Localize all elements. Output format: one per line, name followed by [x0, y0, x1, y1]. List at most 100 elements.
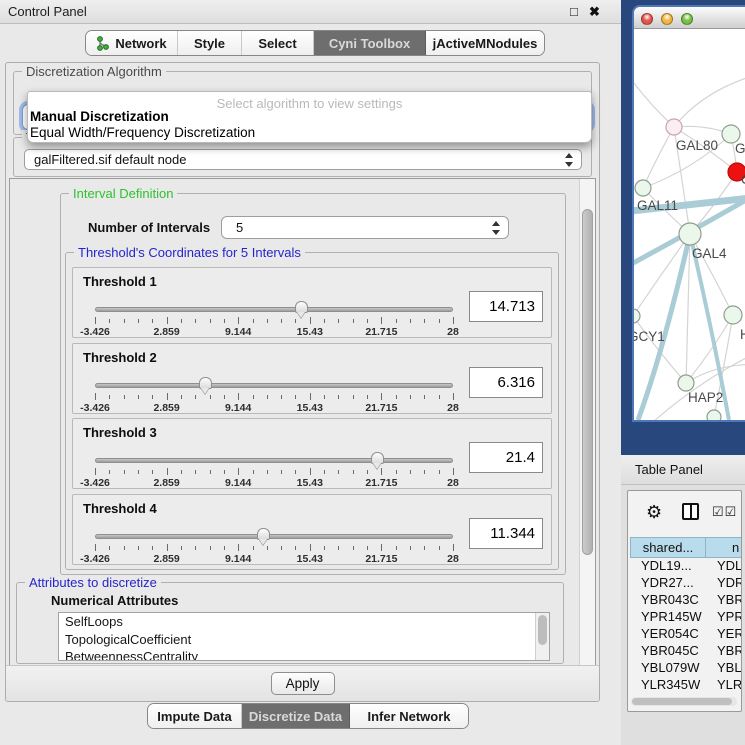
column-header-shared-name[interactable]: shared...	[630, 537, 706, 558]
slider-tick-labels: -3.4262.8599.14415.4321.71528	[95, 477, 453, 489]
table-row[interactable]: YLR345WYLR3	[630, 677, 742, 694]
float-window-icon[interactable]: □	[570, 0, 578, 24]
network-icon	[96, 36, 110, 51]
slider-handle[interactable]	[295, 301, 308, 313]
threshold-slider[interactable]: -3.4262.8599.14415.4321.71528	[95, 302, 453, 338]
settings-scroll-area: Interval Definition Number of Intervals …	[9, 178, 596, 668]
threshold-panel: Threshold 4-3.4262.8599.14415.4321.71528…	[72, 494, 552, 565]
apply-button[interactable]: Apply	[271, 672, 335, 695]
scrollbar-thumb[interactable]	[582, 209, 593, 555]
algorithm-dropdown: Select algorithm to view settings Manual…	[27, 91, 592, 143]
slider-track[interactable]	[95, 307, 453, 312]
network-node[interactable]	[635, 180, 651, 196]
threshold-value-field[interactable]: 21.4	[469, 442, 543, 473]
threshold-panel: Threshold 3-3.4262.8599.14415.4321.71528…	[72, 418, 552, 489]
tick-label: 2.859	[153, 326, 179, 338]
dropdown-item-manual-discretization[interactable]: Manual Discretization	[28, 109, 591, 125]
table-row[interactable]: YDL19...YDL1	[630, 558, 742, 575]
network-edge	[634, 69, 674, 127]
tab-infer-network[interactable]: Infer Network	[350, 704, 468, 728]
network-node[interactable]	[634, 309, 640, 323]
threshold-value-field[interactable]: 6.316	[469, 367, 543, 398]
network-desktop: GAL80GACGAL11GAL4GCY1HHAP2	[621, 0, 745, 455]
threshold-panel: Threshold 1-3.4262.8599.14415.4321.71528…	[72, 267, 552, 338]
tab-jactivemnodules[interactable]: jActiveMNodules	[426, 31, 544, 55]
close-icon[interactable]: ✖	[589, 0, 600, 24]
checkbox-icons[interactable]: ☑☑	[712, 504, 737, 520]
node-label: GAL4	[692, 246, 727, 261]
bottom-tab-bar: Impute Data Discretize Data Infer Networ…	[147, 703, 469, 729]
tab-select[interactable]: Select	[242, 31, 314, 55]
num-intervals-select[interactable]: 5	[221, 216, 509, 239]
tab-network[interactable]: Network	[86, 31, 178, 55]
panel-scrollbar[interactable]	[579, 179, 595, 667]
threshold-slider[interactable]: -3.4262.8599.14415.4321.71528	[95, 453, 453, 489]
slider-track[interactable]	[95, 534, 453, 539]
algorithm-group-title: Discretization Algorithm	[22, 64, 166, 79]
table-panel: ⚙ ☑☑ shared... n YDL19...YDL1YDR27...YDR…	[627, 490, 742, 712]
spinner-icon	[565, 153, 574, 167]
slider-handle[interactable]	[257, 528, 270, 540]
network-window: GAL80GACGAL11GAL4GCY1HHAP2	[632, 5, 745, 422]
threshold-panel: Threshold 2-3.4262.8599.14415.4321.71528…	[72, 343, 552, 414]
cyni-toolbox-panel: Discretization Algorithm Select algorith…	[5, 62, 600, 702]
slider-ticks	[95, 393, 453, 401]
network-edge	[674, 63, 745, 127]
numerical-attributes-list[interactable]: SelfLoopsTopologicalCoefficientBetweenne…	[58, 612, 550, 661]
table-header-row: shared... n	[630, 537, 742, 558]
network-node[interactable]	[678, 375, 694, 391]
threshold-slider[interactable]: -3.4262.8599.14415.4321.71528	[95, 529, 453, 565]
network-edge-thick	[638, 234, 690, 420]
scrollbar-thumb[interactable]	[632, 698, 732, 705]
table-row[interactable]: YER054CYER0	[630, 626, 742, 643]
attributes-scrollbar[interactable]	[535, 613, 549, 660]
tick-label: 2.859	[153, 477, 179, 489]
right-panel: GAL80GACGAL11GAL4GCY1HHAP2 Table Panel ⚙…	[621, 0, 745, 745]
zoom-traffic-light-icon[interactable]	[681, 13, 693, 25]
close-traffic-light-icon[interactable]	[641, 13, 653, 25]
minimize-traffic-light-icon[interactable]	[661, 13, 673, 25]
slider-track[interactable]	[95, 458, 453, 463]
table-data-select[interactable]: galFiltered.sif default node	[24, 149, 582, 170]
threshold-slider[interactable]: -3.4262.8599.14415.4321.71528	[95, 378, 453, 414]
slider-handle[interactable]	[371, 452, 384, 464]
dropdown-item-equal-width-frequency[interactable]: Equal Width/Frequency Discretization	[28, 125, 591, 141]
tab-discretize-data[interactable]: Discretize Data	[242, 704, 350, 728]
table-row[interactable]: YBL079WYBL0	[630, 660, 742, 677]
tab-bar: Network Style Select Cyni Toolbox jActiv…	[85, 30, 545, 56]
network-node[interactable]	[724, 306, 742, 324]
attribute-item[interactable]: BetweennessCentrality	[59, 648, 549, 661]
tick-label: 21.715	[365, 402, 397, 414]
apply-strip: Apply	[6, 665, 599, 701]
slider-track[interactable]	[95, 383, 453, 388]
table-row[interactable]: YDR27...YDR2	[630, 575, 742, 592]
network-canvas[interactable]: GAL80GACGAL11GAL4GCY1HHAP2	[634, 29, 745, 420]
table-row[interactable]: YBR045CYBR0	[630, 643, 742, 660]
tick-label: 21.715	[365, 477, 397, 489]
network-node[interactable]	[666, 119, 682, 135]
attribute-item[interactable]: SelfLoops	[59, 613, 549, 631]
attribute-item[interactable]: TopologicalCoefficient	[59, 631, 549, 649]
tick-label: 2.859	[153, 553, 179, 565]
table-row[interactable]: YIL052CYIL0	[630, 694, 742, 696]
num-intervals-value: 5	[236, 217, 243, 238]
table-horizontal-scrollbar[interactable]	[631, 697, 737, 706]
table-row[interactable]: YPR145WYPR1	[630, 609, 742, 626]
tick-label: -3.426	[80, 477, 110, 489]
column-layout-icon[interactable]	[682, 503, 699, 520]
threshold-value-field[interactable]: 14.713	[469, 291, 543, 322]
threshold-value-field[interactable]: 11.344	[469, 518, 543, 549]
network-node[interactable]	[679, 223, 701, 245]
gear-icon[interactable]: ⚙	[646, 501, 662, 523]
network-node[interactable]	[707, 410, 721, 420]
table-row[interactable]: YBR043CYBR0	[630, 592, 742, 609]
column-header-name[interactable]: n	[706, 537, 742, 558]
thresholds-group: Threshold's Coordinates for 5 Intervals …	[65, 252, 559, 570]
tab-cyni-toolbox[interactable]: Cyni Toolbox	[314, 31, 426, 55]
node-label: GCY1	[634, 329, 665, 344]
tab-style[interactable]: Style	[178, 31, 242, 55]
numerical-attributes-label: Numerical Attributes	[51, 593, 178, 608]
slider-handle[interactable]	[199, 377, 212, 389]
node-label: GAL11	[637, 198, 678, 213]
tab-impute-data[interactable]: Impute Data	[148, 704, 242, 728]
